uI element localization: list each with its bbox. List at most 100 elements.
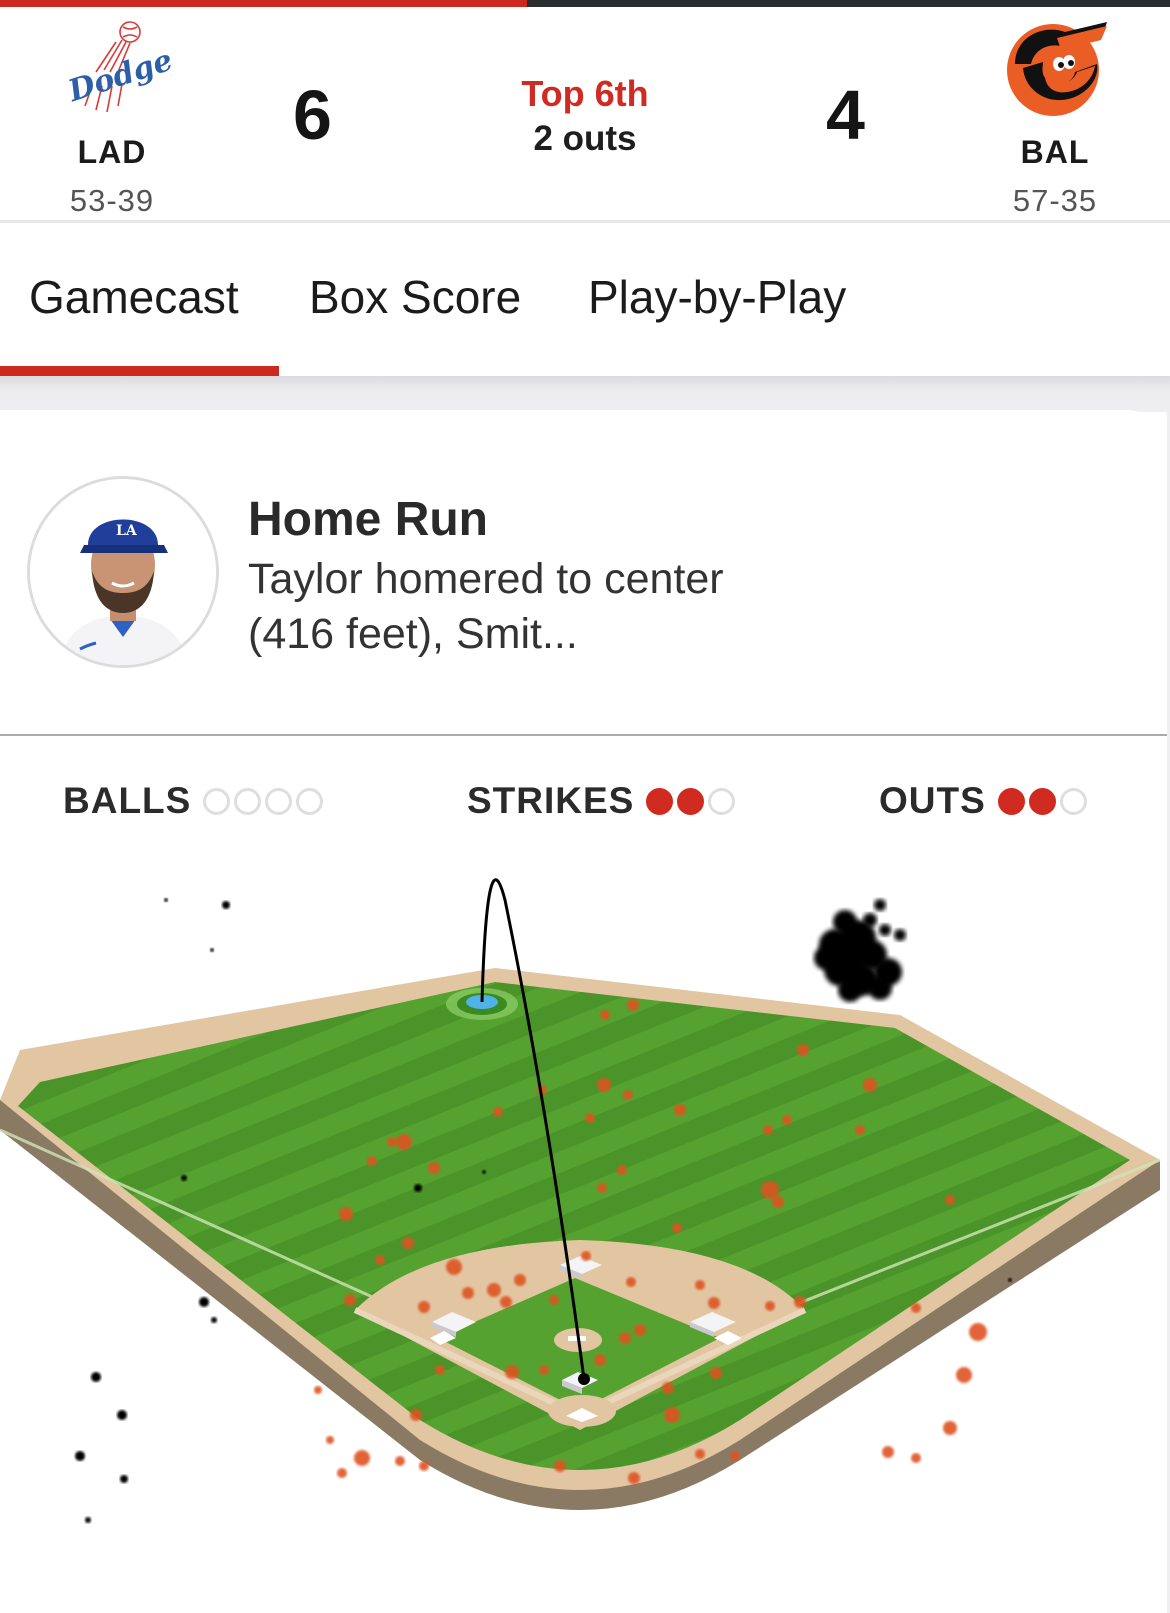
hit-marker [487, 1283, 501, 1297]
hit-marker [339, 1207, 353, 1221]
hit-marker [772, 1196, 784, 1208]
out-marker [482, 1170, 486, 1174]
out-marker [117, 1410, 127, 1420]
strikes-indicator [646, 787, 736, 815]
balls-dot [265, 787, 293, 815]
hit-marker [855, 1125, 865, 1135]
player-avatar: LA [27, 476, 219, 668]
out-marker-cluster [838, 978, 862, 1002]
hit-marker [554, 1460, 566, 1472]
hit-marker [402, 1237, 414, 1249]
hit-marker [500, 1296, 512, 1308]
play-title: Home Run [248, 493, 488, 546]
hit-marker [794, 1296, 806, 1308]
out-marker [181, 1175, 187, 1181]
hit-marker [674, 1104, 686, 1116]
hit-marker [396, 1134, 412, 1150]
out-marker-cluster [868, 976, 892, 1000]
out-marker [199, 1297, 209, 1307]
hit-marker [326, 1436, 334, 1444]
outs-dot [1059, 787, 1087, 815]
hit-marker [600, 1010, 610, 1020]
hit-marker [428, 1162, 440, 1174]
section-divider [0, 376, 1170, 412]
away-team-abbr: BAL [1020, 134, 1090, 170]
out-marker [414, 1184, 422, 1192]
hit-marker [617, 1165, 627, 1175]
hit-marker [337, 1468, 347, 1478]
hit-marker [418, 1301, 430, 1313]
scoreboard: Dodgers LAD 53-39 6 Top 6th 2 outs 4 BAL [0, 7, 1170, 223]
hit-marker [672, 1223, 682, 1233]
last-play-card[interactable]: LA Home Run Taylor homered to center (41… [0, 410, 1168, 736]
balls-dot [234, 787, 262, 815]
play-description: Taylor homered to center (416 feet), Smi… [248, 555, 724, 658]
out-marker [85, 1517, 91, 1523]
out-marker [1008, 1278, 1012, 1282]
out-marker-cluster [894, 929, 906, 941]
out-marker-cluster [833, 910, 857, 934]
hit-marker [581, 1251, 591, 1261]
svg-text:Dodgers: Dodgers [63, 33, 172, 110]
tab-bar: Gamecast Box Score Play-by-Play [0, 226, 1170, 376]
balls-dot [203, 787, 231, 815]
balls-indicator [203, 787, 324, 815]
hit-marker [730, 1451, 740, 1461]
hit-marker [710, 1367, 722, 1379]
count-bar: BALLS STRIKES OUTS [0, 740, 1170, 860]
hit-marker [419, 1461, 429, 1471]
hit-marker [623, 1090, 633, 1100]
hit-marker [943, 1421, 957, 1435]
hit-marker [514, 1274, 526, 1286]
tab-play-by-play[interactable]: Play-by-Play [588, 270, 846, 324]
balls-label: BALLS [63, 780, 192, 821]
field-diagram [0, 860, 1170, 1613]
hit-marker [597, 1078, 611, 1092]
hit-marker [628, 1472, 640, 1484]
strikes-dot [708, 787, 736, 815]
hit-marker [344, 1294, 356, 1306]
hit-marker [708, 1297, 720, 1309]
hit-marker [662, 1382, 674, 1394]
out-marker-cluster [874, 899, 886, 911]
out-marker-cluster [879, 924, 891, 936]
game-status: Top 6th 2 outs [435, 73, 735, 159]
out-marker-cluster [863, 913, 877, 927]
outs-dot [997, 787, 1025, 815]
hit-marker [375, 1255, 385, 1265]
svg-text:LA: LA [116, 523, 138, 539]
hit-marker [664, 1407, 680, 1423]
tab-gamecast[interactable]: Gamecast [29, 270, 239, 324]
hit-marker [627, 999, 639, 1011]
home-team[interactable]: Dodgers LAD 53-39 [12, 7, 212, 219]
hit-marker [410, 1409, 422, 1421]
hit-marker [765, 1301, 775, 1311]
away-team[interactable]: BAL 57-35 [955, 7, 1155, 219]
away-team-color [526, 0, 1170, 7]
player-headshot-icon: LA [30, 479, 216, 665]
hit-marker [446, 1259, 462, 1275]
dodgers-logo-icon: Dodgers [12, 7, 212, 122]
hit-marker [314, 1386, 322, 1394]
out-marker [210, 948, 214, 952]
home-team-abbr: LAD [77, 134, 147, 170]
hit-marker [619, 1332, 631, 1344]
outs-indicator [997, 787, 1087, 815]
home-team-record: 53-39 [69, 183, 155, 218]
baseball-field [0, 878, 1161, 1523]
hit-marker [763, 1125, 773, 1135]
strikes-count: STRIKES [467, 780, 736, 822]
hit-marker [945, 1195, 955, 1205]
hit-marker [956, 1367, 972, 1383]
hit-marker [505, 1365, 519, 1379]
hit-marker [549, 1295, 559, 1305]
out-marker [120, 1475, 128, 1483]
home-score: 6 [293, 76, 332, 154]
hit-marker [597, 1183, 607, 1193]
outs-dot [1028, 787, 1056, 815]
orioles-logo-icon [955, 7, 1155, 122]
hit-marker [797, 1044, 809, 1056]
hit-marker [395, 1456, 405, 1466]
hit-marker [634, 1324, 646, 1336]
tab-box-score[interactable]: Box Score [309, 270, 521, 324]
